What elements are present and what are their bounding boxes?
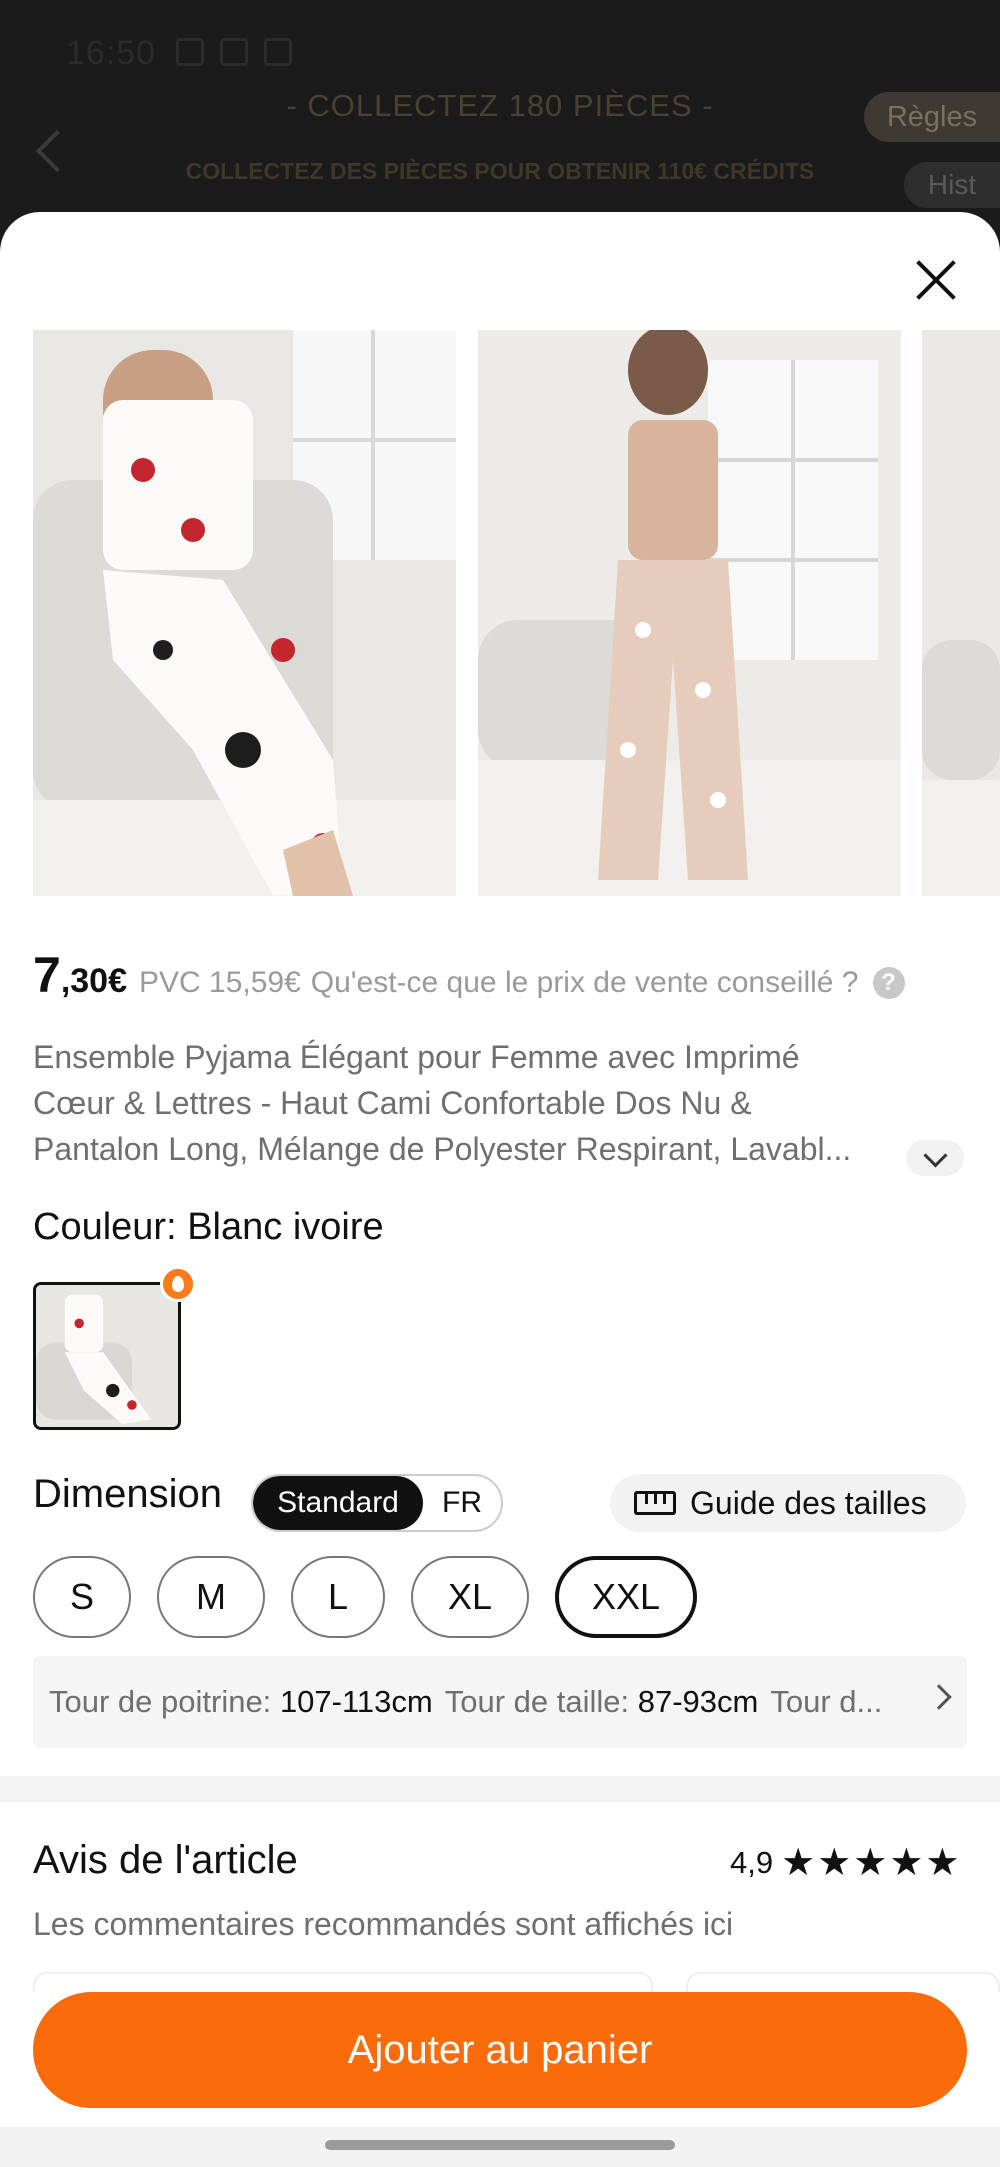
star-icon: ★ <box>925 1842 960 1884</box>
star-icon: ★ <box>853 1842 888 1884</box>
product-sheet: 7 ,30€ PVC 15,59€ Qu'est-ce que le prix … <box>0 212 1000 2167</box>
reviews-title: Avis de l'article <box>33 1838 298 1882</box>
swatch-thumbnail <box>36 1285 178 1427</box>
color-swatch-blanc-ivoire[interactable] <box>33 1282 181 1430</box>
star-icon: ★ <box>817 1842 852 1884</box>
product-photo-next <box>922 330 1000 896</box>
coins-title: - COLLECTEZ 180 PIÈCES - <box>286 88 714 123</box>
size-option-s[interactable]: S <box>33 1556 131 1638</box>
description-line: Ensemble Pyjama Élégant pour Femme avec … <box>33 1039 800 1075</box>
ruler-icon <box>634 1491 676 1515</box>
flame-icon <box>160 1266 196 1302</box>
coins-subtitle: COLLECTEZ DES PIÈCES POUR OBTENIR 110€ C… <box>185 158 815 184</box>
measurement-key: Tour d... <box>770 1684 883 1719</box>
reviews-subtitle: Les commentaires recommandés sont affich… <box>33 1906 734 1942</box>
measurement-key: Tour de poitrine: <box>49 1684 272 1719</box>
background-page-header: 16:50 - COLLECTEZ 180 PIÈCES - COLLECTEZ… <box>0 0 1000 240</box>
size-guide-button[interactable]: Guide des tailles <box>610 1474 966 1532</box>
product-photo-back <box>478 330 901 896</box>
dimension-label: Dimension <box>33 1472 222 1516</box>
recommended-price-question[interactable]: Qu'est-ce que le prix de vente conseillé… <box>311 966 859 1000</box>
calendar-icon <box>220 38 248 66</box>
size-system-standard[interactable]: Standard <box>253 1476 423 1530</box>
description-line: Pantalon Long, Mélange de Polyester Resp… <box>33 1131 852 1167</box>
product-photo[interactable] <box>478 330 901 896</box>
star-icon: ★ <box>781 1842 816 1884</box>
measurement-value: 107-113cm <box>279 1684 433 1719</box>
home-indicator <box>325 2140 675 2150</box>
add-to-cart-button[interactable]: Ajouter au panier <box>33 1992 967 2108</box>
description-line: Cœur & Lettres - Haut Cami Confortable D… <box>33 1085 752 1121</box>
measurement-value: 87-93cm <box>637 1684 759 1719</box>
rating-stars: ★ ★ ★ ★ ★ <box>779 1844 959 1882</box>
size-system-toggle[interactable]: Standard FR <box>251 1474 503 1532</box>
status-time: 16:50 <box>66 34 157 72</box>
measurements-bar[interactable]: Tour de poitrine: 107-113cm Tour de tail… <box>33 1656 967 1748</box>
size-option-m[interactable]: M <box>157 1556 265 1638</box>
rating-value: 4,9 <box>730 1845 774 1880</box>
size-option-xxl[interactable]: XXL <box>555 1556 697 1638</box>
reviews-rating[interactable]: 4,9 ★ ★ ★ ★ ★ <box>730 1844 960 1882</box>
price-integer: 7 <box>33 947 61 1003</box>
color-label-key: Couleur: <box>33 1206 177 1248</box>
size-option-xl[interactable]: XL <box>411 1556 529 1638</box>
color-value: Blanc ivoire <box>187 1206 384 1248</box>
section-divider <box>0 1776 1000 1802</box>
product-photo-front <box>33 330 456 896</box>
calendar-icon <box>264 38 292 66</box>
close-icon[interactable] <box>910 254 962 306</box>
review-card[interactable] <box>33 1972 653 1992</box>
size-system-fr[interactable]: FR <box>423 1476 501 1530</box>
price-row: 7 ,30€ PVC 15,59€ Qu'est-ce que le prix … <box>33 946 905 1004</box>
size-option-l[interactable]: L <box>291 1556 385 1638</box>
star-icon: ★ <box>889 1842 924 1884</box>
size-options: S M L XL XXL <box>33 1556 697 1638</box>
product-gallery[interactable] <box>0 330 1000 896</box>
history-button[interactable]: Hist <box>904 162 1000 208</box>
gallery-icon <box>176 38 204 66</box>
expand-description-chevron-icon[interactable] <box>906 1140 964 1176</box>
status-icons <box>176 38 292 66</box>
measurement-key: Tour de taille: <box>444 1684 630 1719</box>
help-icon[interactable]: ? <box>872 967 905 999</box>
review-card[interactable] <box>686 1972 1000 1992</box>
price-decimal: ,30€ <box>60 962 127 1000</box>
product-description: Ensemble Pyjama Élégant pour Femme avec … <box>33 1034 913 1172</box>
product-photo[interactable] <box>922 330 1000 896</box>
color-label: Couleur: Blanc ivoire <box>33 1206 384 1249</box>
size-guide-label: Guide des tailles <box>690 1484 927 1521</box>
recommended-price: PVC 15,59€ <box>139 966 301 999</box>
product-photo[interactable] <box>33 330 456 896</box>
rules-button[interactable]: Règles <box>864 92 1000 142</box>
